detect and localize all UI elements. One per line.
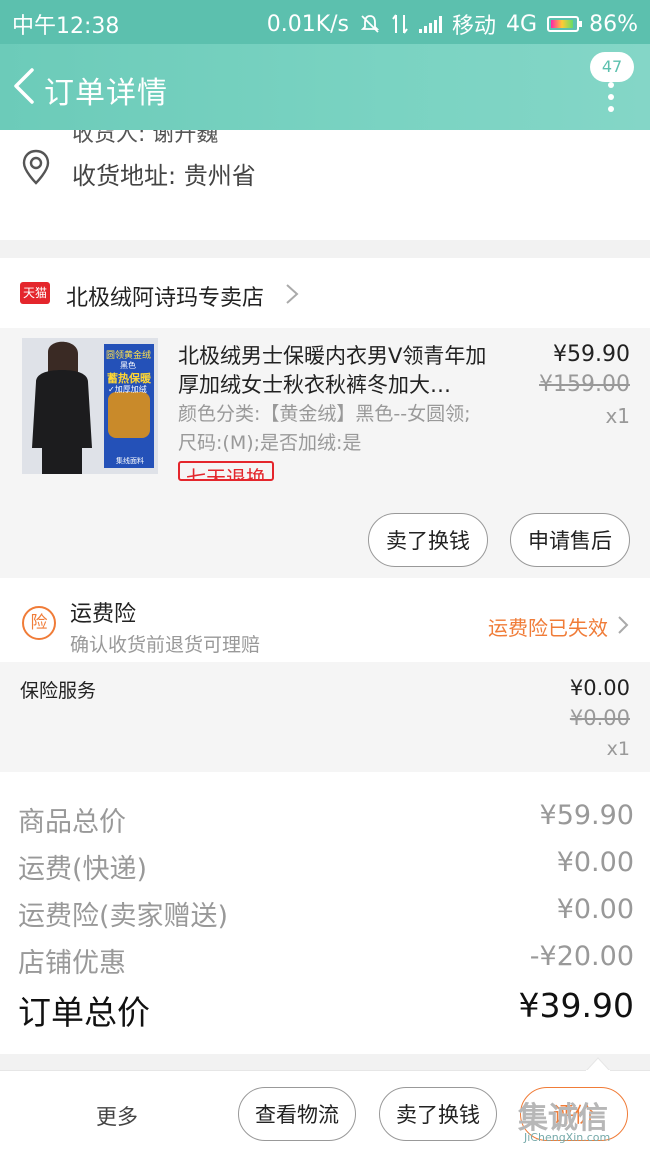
status-bar: 中午12:38 0.01K/s 移动 4G 86% (0, 0, 650, 44)
summary-label: 商品总价 (18, 807, 126, 838)
message-badge[interactable]: 47 (590, 52, 634, 82)
page-title: 订单详情 (44, 76, 168, 111)
battery-level: 86% (589, 11, 638, 37)
battery-icon (547, 16, 583, 32)
caret-up-icon (586, 1057, 610, 1072)
shipping-address: 收货地址: 贵州省 (72, 162, 256, 190)
order-total-row: 订单总价 ¥39.90 (18, 986, 634, 1032)
product-image[interactable]: 圆领黄金绒 黑色 蓄热保暖 ✓加厚加绒 集线面料 (22, 338, 158, 474)
summary-value: -¥20.00 (529, 941, 634, 972)
data-transfer-icon (392, 14, 408, 34)
insurance-subtitle: 确认收货前退货可理赔 (70, 634, 261, 656)
summary-value: ¥0.00 (556, 847, 634, 878)
status-time: 中午12:38 (12, 14, 120, 39)
after-sales-button[interactable]: 申请售后 (510, 513, 630, 567)
status-right: 0.01K/s 移动 4G 86% (267, 8, 638, 40)
summary-value: ¥0.00 (556, 894, 634, 925)
service-quantity: x1 (606, 738, 630, 760)
product-title[interactable]: 北极绒男士保暖内衣男V领青年加厚加绒女士秋衣秋裤冬加大… (178, 342, 488, 400)
tmall-logo-icon: 天猫 (20, 282, 50, 304)
address-section[interactable]: 收货人: 谢升巍 收货地址: 贵州省 (0, 112, 650, 240)
service-price: ¥0.00 (569, 676, 630, 700)
location-pin-icon (22, 149, 50, 185)
sell-button[interactable]: 卖了换钱 (379, 1087, 497, 1141)
summary-row: 商品总价 ¥59.90 (18, 800, 634, 840)
product-sku: 颜色分类:【黄金绒】黑色--女圆领;尺码:(M);是否加绒:是 (178, 403, 471, 454)
product-price: ¥59.90 (553, 342, 630, 367)
shop-name[interactable]: 北极绒阿诗玛专卖店 (66, 280, 264, 312)
thumb-label-4: ✓加厚加绒 (108, 385, 147, 394)
nav-bar: 订单详情 47 (0, 44, 650, 130)
price-summary: 商品总价 ¥59.90 运费(快递) ¥0.00 运费险(卖家赠送) ¥0.00… (0, 772, 650, 1054)
insurance-status[interactable]: 运费险已失效 (488, 612, 608, 641)
product-quantity: x1 (605, 404, 630, 428)
chevron-left-icon[interactable] (10, 64, 40, 108)
insurance-service-item: 保险服务 ¥0.00 ¥0.00 x1 (0, 662, 650, 772)
shop-header[interactable]: 天猫 北极绒阿诗玛专卖店 (0, 258, 650, 328)
service-label: 保险服务 (20, 680, 97, 702)
summary-row: 运费(快递) ¥0.00 (18, 847, 634, 887)
more-vertical-icon[interactable] (606, 82, 616, 122)
service-original-price: ¥0.00 (569, 706, 630, 730)
more-button[interactable]: 更多 (96, 1101, 138, 1131)
thumb-label-5: 集线面料 (116, 457, 144, 465)
carrier: 移动 (452, 14, 497, 39)
summary-row: 店铺优惠 -¥20.00 (18, 941, 634, 981)
signal-icon (419, 15, 443, 33)
insurance-icon: 险 (22, 606, 56, 640)
mute-icon (360, 15, 380, 33)
network-speed: 0.01K/s (266, 11, 350, 37)
chevron-right-icon (286, 284, 299, 304)
product-original-price: ¥159.00 (539, 372, 630, 397)
summary-value: ¥59.90 (539, 800, 634, 831)
insurance-title: 运费险 (70, 602, 137, 627)
sell-button[interactable]: 卖了换钱 (368, 513, 488, 567)
summary-label: 运费(快递) (18, 854, 148, 885)
order-item[interactable]: 圆领黄金绒 黑色 蓄热保暖 ✓加厚加绒 集线面料 北极绒男士保暖内衣男V领青年加… (0, 328, 650, 578)
return-tag: 七天退换 (178, 461, 274, 481)
shipping-insurance[interactable]: 险 运费险 确认收货前退货可理赔 运费险已失效 (0, 578, 650, 662)
summary-label: 店铺优惠 (18, 948, 126, 979)
chevron-right-icon (618, 616, 629, 634)
view-logistics-button[interactable]: 查看物流 (238, 1087, 356, 1141)
network-type: 4G (506, 11, 538, 37)
watermark-logo: 集诚信 JiChengXin.com (518, 1093, 644, 1149)
order-total-value: ¥39.90 (518, 986, 634, 1025)
summary-label: 运费险(卖家赠送) (18, 901, 229, 932)
watermark-url: JiChengXin.com (524, 1131, 611, 1144)
summary-row: 运费险(卖家赠送) ¥0.00 (18, 894, 634, 934)
order-total-label: 订单总价 (18, 993, 150, 1032)
